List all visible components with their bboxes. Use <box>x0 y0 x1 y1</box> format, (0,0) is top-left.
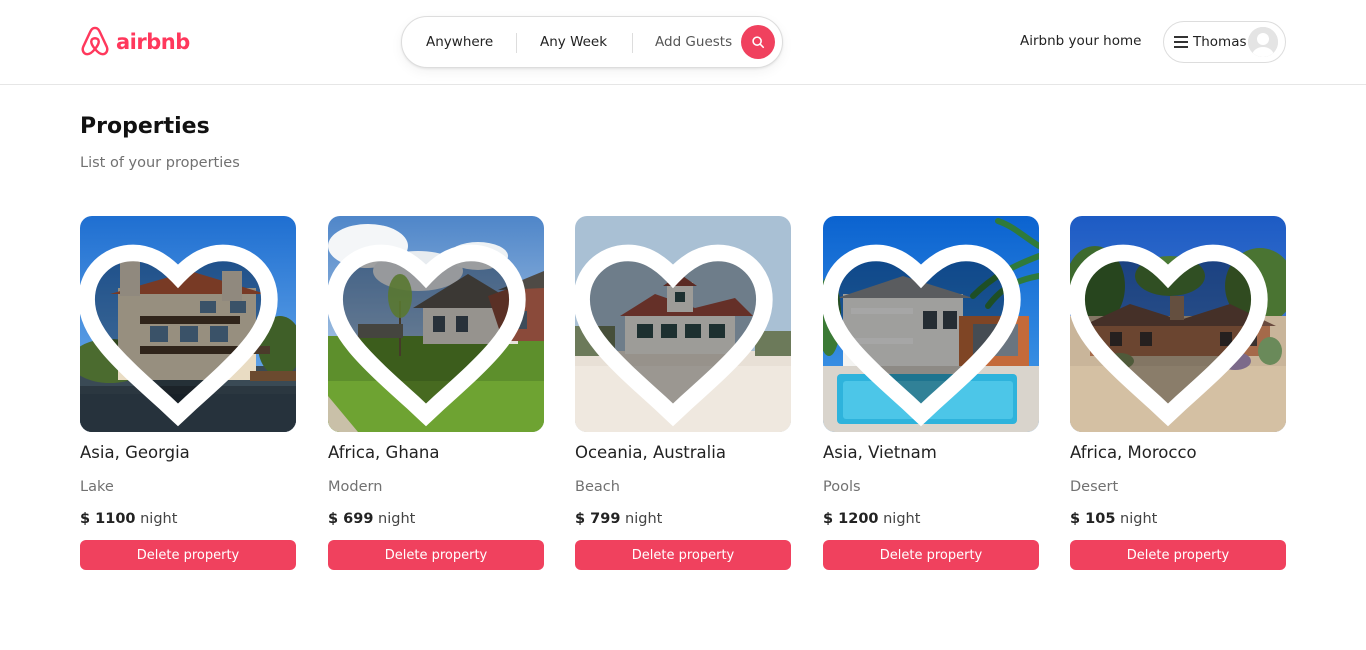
logo-text: airbnb <box>116 30 190 54</box>
avatar-icon <box>1248 27 1278 57</box>
search-divider <box>632 33 633 53</box>
property-category: Modern <box>328 479 383 495</box>
delete-property-button[interactable]: Delete property <box>823 540 1039 570</box>
property-photo[interactable] <box>80 216 296 432</box>
property-card[interactable]: Africa, Morocco Desert $ 105 night Delet… <box>1070 216 1286 572</box>
heart-icon[interactable] <box>823 228 1029 432</box>
property-price: $ 799 night <box>575 511 662 527</box>
search-dates[interactable]: Any Week <box>540 34 607 50</box>
airbnb-logo[interactable]: airbnb <box>80 24 190 60</box>
user-name: Thomas <box>1193 34 1247 50</box>
delete-property-button[interactable]: Delete property <box>80 540 296 570</box>
airbnb-logo-icon <box>81 26 109 56</box>
property-location: Africa, Ghana <box>328 443 440 462</box>
delete-property-button[interactable]: Delete property <box>1070 540 1286 570</box>
heart-icon[interactable] <box>328 228 534 432</box>
delete-property-button[interactable]: Delete property <box>328 540 544 570</box>
property-price: $ 699 night <box>328 511 415 527</box>
page-title: Properties <box>80 114 210 139</box>
price-amount: $ 799 <box>575 511 621 527</box>
property-photo[interactable] <box>575 216 791 432</box>
page-subtitle: List of your properties <box>80 155 240 171</box>
price-amount: $ 699 <box>328 511 374 527</box>
price-amount: $ 105 <box>1070 511 1116 527</box>
property-category: Lake <box>80 479 114 495</box>
host-link[interactable]: Airbnb your home <box>1020 33 1141 49</box>
search-bar[interactable]: Anywhere Any Week Add Guests <box>401 16 783 68</box>
price-unit: night <box>625 511 663 527</box>
price-amount: $ 1200 <box>823 511 879 527</box>
property-photo[interactable] <box>823 216 1039 432</box>
heart-icon[interactable] <box>1070 228 1276 432</box>
top-navbar: airbnb Anywhere Any Week Add Guests Airb… <box>0 0 1366 85</box>
search-button[interactable] <box>741 25 775 59</box>
property-category: Beach <box>575 479 620 495</box>
property-card[interactable]: Asia, Vietnam Pools $ 1200 night Delete … <box>823 216 1039 572</box>
price-unit: night <box>140 511 178 527</box>
price-unit: night <box>1120 511 1158 527</box>
property-card[interactable]: Africa, Ghana Modern $ 699 night Delete … <box>328 216 544 572</box>
search-guests[interactable]: Add Guests <box>655 34 732 50</box>
property-card[interactable]: Asia, Georgia Lake $ 1100 night Delete p… <box>80 216 296 572</box>
property-photo[interactable] <box>328 216 544 432</box>
price-unit: night <box>883 511 921 527</box>
property-price: $ 1200 night <box>823 511 920 527</box>
search-divider <box>516 33 517 53</box>
property-card[interactable]: Oceania, Australia Beach $ 799 night Del… <box>575 216 791 572</box>
hamburger-icon <box>1174 36 1188 48</box>
search-location[interactable]: Anywhere <box>426 34 493 50</box>
property-price: $ 105 night <box>1070 511 1157 527</box>
property-category: Pools <box>823 479 861 495</box>
property-location: Asia, Georgia <box>80 443 190 462</box>
price-unit: night <box>378 511 416 527</box>
delete-property-button[interactable]: Delete property <box>575 540 791 570</box>
property-location: Asia, Vietnam <box>823 443 937 462</box>
property-location: Oceania, Australia <box>575 443 726 462</box>
price-amount: $ 1100 <box>80 511 136 527</box>
heart-icon[interactable] <box>80 228 286 432</box>
property-price: $ 1100 night <box>80 511 177 527</box>
search-icon <box>752 36 765 49</box>
property-category: Desert <box>1070 479 1119 495</box>
user-menu-button[interactable]: Thomas <box>1163 21 1286 63</box>
heart-icon[interactable] <box>575 228 781 432</box>
property-location: Africa, Morocco <box>1070 443 1197 462</box>
property-photo[interactable] <box>1070 216 1286 432</box>
